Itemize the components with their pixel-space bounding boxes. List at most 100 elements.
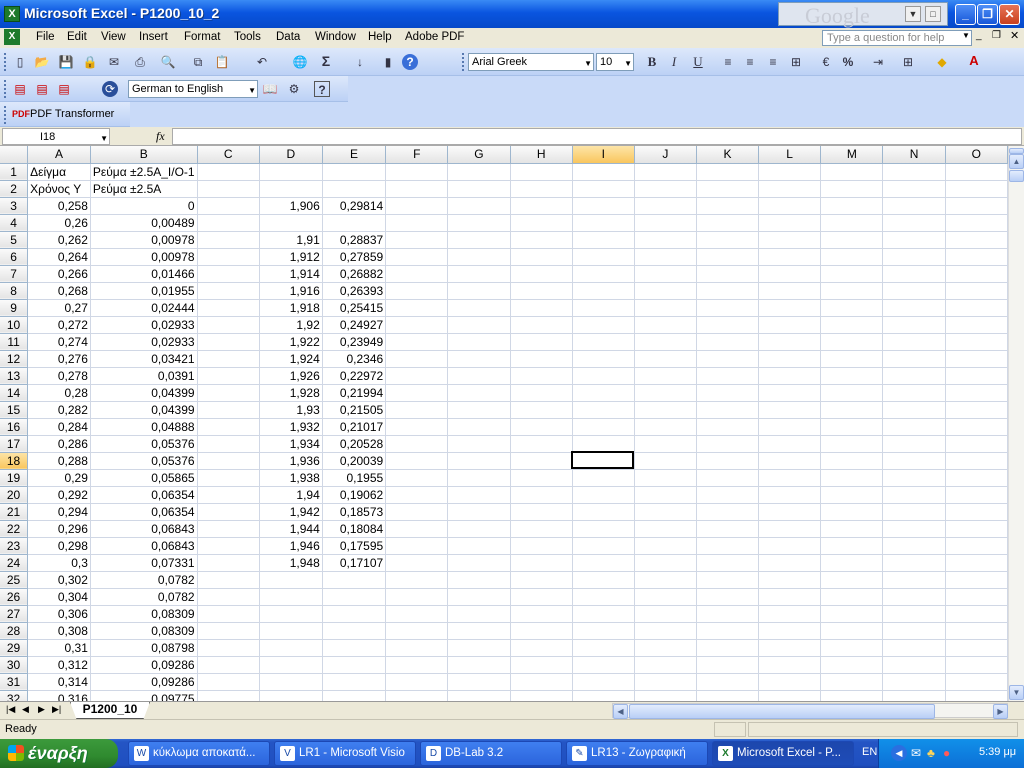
cell-b32[interactable]: 0,09775 — [90, 690, 198, 701]
cell-n2[interactable] — [882, 180, 946, 198]
cell-c5[interactable] — [197, 231, 260, 249]
cell-f6[interactable] — [385, 248, 449, 266]
cell-n31[interactable] — [882, 673, 946, 691]
security-icon[interactable]: ● — [943, 746, 950, 760]
cell-c13[interactable] — [197, 367, 260, 385]
cell-h31[interactable] — [510, 673, 573, 691]
cell-o7[interactable] — [945, 265, 1008, 283]
cell-e20[interactable]: 0,19062 — [322, 486, 387, 504]
cell-k27[interactable] — [696, 605, 760, 623]
row-header[interactable]: 24 — [0, 554, 29, 572]
row-header[interactable]: 2 — [0, 180, 29, 198]
row-header[interactable]: 30 — [0, 656, 29, 674]
cell-d4[interactable] — [259, 214, 323, 232]
email-icon[interactable]: ✉ — [106, 54, 122, 70]
cell-i10[interactable] — [572, 316, 635, 334]
cell-k2[interactable] — [696, 180, 760, 198]
cell-n5[interactable] — [882, 231, 946, 249]
cell-m31[interactable] — [820, 673, 884, 691]
cell-l25[interactable] — [758, 571, 822, 589]
cell-i18[interactable] — [572, 452, 635, 470]
menu-insert[interactable]: Insert — [139, 31, 168, 43]
cell-i32[interactable] — [572, 690, 635, 701]
taskbar-item-paint[interactable]: ✎ LR13 - Ζωγραφική — [566, 741, 708, 766]
cell-d7[interactable]: 1,914 — [259, 265, 323, 283]
menu-data[interactable]: Data — [276, 31, 300, 43]
cell-n15[interactable] — [882, 401, 946, 419]
close-button[interactable]: ✕ — [999, 4, 1020, 25]
cell-l2[interactable] — [758, 180, 822, 198]
cell-o32[interactable] — [945, 690, 1008, 701]
cell-m8[interactable] — [820, 282, 884, 300]
cell-e21[interactable]: 0,18573 — [322, 503, 387, 521]
cell-n7[interactable] — [882, 265, 946, 283]
cell-l23[interactable] — [758, 537, 822, 555]
cell-c27[interactable] — [197, 605, 260, 623]
pdf-transformer-button[interactable]: PDF Transformer — [30, 108, 114, 120]
cell-i5[interactable] — [572, 231, 635, 249]
pdf-email-icon[interactable]: ▤ — [34, 81, 50, 97]
row-header[interactable]: 6 — [0, 248, 29, 266]
scroll-thumb[interactable] — [1009, 170, 1024, 182]
cell-j12[interactable] — [634, 350, 697, 368]
cell-a14[interactable]: 0,28 — [27, 384, 91, 402]
cell-f13[interactable] — [385, 367, 449, 385]
cell-n29[interactable] — [882, 639, 946, 657]
cell-d30[interactable] — [259, 656, 323, 674]
cell-d8[interactable]: 1,916 — [259, 282, 323, 300]
cell-h3[interactable] — [510, 197, 573, 215]
cell-o15[interactable] — [945, 401, 1008, 419]
cell-o4[interactable] — [945, 214, 1008, 232]
cell-m9[interactable] — [820, 299, 884, 317]
cell-a18[interactable]: 0,288 — [27, 452, 91, 470]
cell-j16[interactable] — [634, 418, 697, 436]
cell-l8[interactable] — [758, 282, 822, 300]
cell-m14[interactable] — [820, 384, 884, 402]
cell-d11[interactable]: 1,922 — [259, 333, 323, 351]
save-icon[interactable]: 💾 — [58, 54, 74, 70]
cell-j13[interactable] — [634, 367, 697, 385]
cell-e8[interactable]: 0,26393 — [322, 282, 387, 300]
cell-l20[interactable] — [758, 486, 822, 504]
row-header[interactable]: 26 — [0, 588, 29, 606]
cell-i1[interactable] — [572, 163, 635, 181]
cell-n21[interactable] — [882, 503, 946, 521]
borders-icon[interactable]: ⊞ — [900, 54, 916, 70]
cell-k16[interactable] — [696, 418, 760, 436]
cell-i30[interactable] — [572, 656, 635, 674]
cell-c11[interactable] — [197, 333, 260, 351]
cell-e7[interactable]: 0,26882 — [322, 265, 387, 283]
cell-h30[interactable] — [510, 656, 573, 674]
menu-file[interactable]: File — [36, 31, 55, 43]
cell-d12[interactable]: 1,924 — [259, 350, 323, 368]
cell-e27[interactable] — [322, 605, 387, 623]
cell-m7[interactable] — [820, 265, 884, 283]
cell-m2[interactable] — [820, 180, 884, 198]
row-header[interactable]: 1 — [0, 163, 29, 181]
cell-d17[interactable]: 1,934 — [259, 435, 323, 453]
cell-d32[interactable] — [259, 690, 323, 701]
cell-m24[interactable] — [820, 554, 884, 572]
cell-h16[interactable] — [510, 418, 573, 436]
cell-n8[interactable] — [882, 282, 946, 300]
cell-o6[interactable] — [945, 248, 1008, 266]
menu-help[interactable]: Help — [368, 31, 392, 43]
cell-l24[interactable] — [758, 554, 822, 572]
cell-e25[interactable] — [322, 571, 387, 589]
cell-f22[interactable] — [385, 520, 449, 538]
cell-l22[interactable] — [758, 520, 822, 538]
cell-l1[interactable] — [758, 163, 822, 181]
cell-k4[interactable] — [696, 214, 760, 232]
cell-m29[interactable] — [820, 639, 884, 657]
cell-j15[interactable] — [634, 401, 697, 419]
cell-o27[interactable] — [945, 605, 1008, 623]
cell-b24[interactable]: 0,07331 — [90, 554, 198, 572]
cell-i20[interactable] — [572, 486, 635, 504]
menu-view[interactable]: View — [101, 31, 126, 43]
cell-i31[interactable] — [572, 673, 635, 691]
cell-d28[interactable] — [259, 622, 323, 640]
cell-e6[interactable]: 0,27859 — [322, 248, 387, 266]
cell-b23[interactable]: 0,06843 — [90, 537, 198, 555]
cell-o9[interactable] — [945, 299, 1008, 317]
cell-l7[interactable] — [758, 265, 822, 283]
